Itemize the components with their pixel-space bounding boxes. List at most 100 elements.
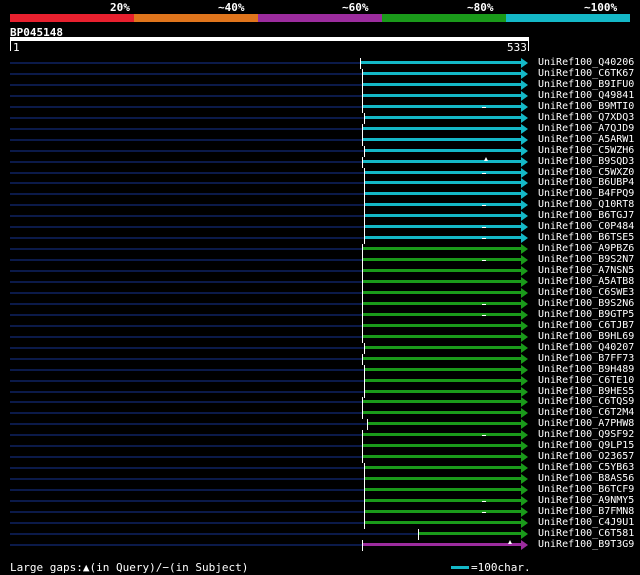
unaligned-track bbox=[10, 467, 364, 469]
alignment-bar bbox=[365, 203, 521, 206]
hit-id[interactable]: UniRef100_C6TJB7 bbox=[538, 320, 634, 331]
hit-id[interactable]: UniRef100_C6TK67 bbox=[538, 68, 634, 79]
legend-label: 20% bbox=[110, 1, 130, 14]
unaligned-track bbox=[10, 533, 418, 535]
hit-id[interactable]: UniRef100_B9SQD3 bbox=[538, 156, 634, 167]
unaligned-track bbox=[10, 522, 364, 524]
scale-bar bbox=[451, 566, 469, 569]
hit-id[interactable]: UniRef100_A7QJD9 bbox=[538, 123, 634, 134]
hit-id[interactable]: UniRef100_B7FF73 bbox=[538, 353, 634, 364]
subject-gap-icon bbox=[482, 315, 486, 316]
legend-segment bbox=[382, 14, 506, 22]
arrow-head-icon bbox=[521, 168, 528, 178]
arrow-head-icon bbox=[521, 102, 528, 112]
hit-id[interactable]: UniRef100_Q40206 bbox=[538, 57, 634, 68]
unaligned-track bbox=[10, 391, 364, 393]
hit-id[interactable]: UniRef100_C6T581 bbox=[538, 528, 634, 539]
alignment-bar bbox=[368, 422, 521, 425]
hit-id[interactable]: UniRef100_C6TQS9 bbox=[538, 396, 634, 407]
alignment-bar bbox=[363, 335, 521, 338]
arrow-head-icon bbox=[521, 189, 528, 199]
hit-row[interactable]: UniRef100_B9T3G9 bbox=[0, 539, 640, 551]
arrow-head-icon bbox=[521, 157, 528, 167]
alignment-bar bbox=[365, 116, 521, 119]
arrow-head-icon bbox=[521, 397, 528, 407]
hit-id[interactable]: UniRef100_B8AS56 bbox=[538, 473, 634, 484]
scale-label: =100char. bbox=[471, 561, 531, 574]
hit-id[interactable]: UniRef100_B9MTI0 bbox=[538, 101, 634, 112]
arrow-head-icon bbox=[521, 299, 528, 309]
hit-id[interactable]: UniRef100_B9GTP5 bbox=[538, 309, 634, 320]
alignment-bar bbox=[363, 455, 521, 458]
alignment-bar bbox=[363, 105, 521, 108]
hit-id[interactable]: UniRef100_C5WZH6 bbox=[538, 145, 634, 156]
arrow-head-icon bbox=[521, 211, 528, 221]
alignment-bar bbox=[361, 61, 521, 64]
hit-id[interactable]: UniRef100_A7PHW8 bbox=[538, 418, 634, 429]
alignment-bar bbox=[365, 214, 521, 217]
unaligned-track bbox=[10, 172, 364, 174]
alignment-bar bbox=[363, 357, 521, 360]
hit-id[interactable]: UniRef100_B9S2N7 bbox=[538, 254, 634, 265]
hit-id[interactable]: UniRef100_B6TCF9 bbox=[538, 484, 634, 495]
hit-id[interactable]: UniRef100_Q9SF92 bbox=[538, 429, 634, 440]
hit-id[interactable]: UniRef100_B9S2N6 bbox=[538, 298, 634, 309]
arrow-head-icon bbox=[521, 58, 528, 68]
alignment-bar bbox=[365, 477, 521, 480]
hit-id[interactable]: UniRef100_B6UBP4 bbox=[538, 177, 634, 188]
hit-id[interactable]: UniRef100_C6TE10 bbox=[538, 375, 634, 386]
subject-gap-icon bbox=[482, 107, 486, 108]
arrow-head-icon bbox=[521, 288, 528, 298]
unaligned-track bbox=[10, 500, 364, 502]
unaligned-track bbox=[10, 489, 364, 491]
hit-id[interactable]: UniRef100_B6TSE5 bbox=[538, 232, 634, 243]
hit-id[interactable]: UniRef100_C5YB63 bbox=[538, 462, 634, 473]
hit-id[interactable]: UniRef100_Q49841 bbox=[538, 90, 634, 101]
arrow-head-icon bbox=[521, 452, 528, 462]
hit-id[interactable]: UniRef100_C6T2M4 bbox=[538, 407, 634, 418]
alignment-bar bbox=[365, 181, 521, 184]
hit-id[interactable]: UniRef100_B7FMN8 bbox=[538, 506, 634, 517]
hit-id[interactable]: UniRef100_A9NMY5 bbox=[538, 495, 634, 506]
ruler-start-tick bbox=[10, 41, 11, 51]
hit-id[interactable]: UniRef100_Q10RT8 bbox=[538, 199, 634, 210]
hit-id[interactable]: UniRef100_B9T3G9 bbox=[538, 539, 634, 550]
hit-id[interactable]: UniRef100_B9IFU0 bbox=[538, 79, 634, 90]
hit-id[interactable]: UniRef100_A7NSN5 bbox=[538, 265, 634, 276]
unaligned-track bbox=[10, 204, 364, 206]
arrow-head-icon bbox=[521, 266, 528, 276]
hit-id[interactable]: UniRef100_C6SWE3 bbox=[538, 287, 634, 298]
hit-id[interactable]: UniRef100_B9H489 bbox=[538, 364, 634, 375]
subject-gap-icon bbox=[482, 260, 486, 261]
hit-id[interactable]: UniRef100_Q7XDQ3 bbox=[538, 112, 634, 123]
unaligned-track bbox=[10, 412, 362, 414]
gaps-legend: Large gaps:▲(in Query)/−(in Subject) bbox=[10, 561, 249, 574]
hit-id[interactable]: UniRef100_Q40207 bbox=[538, 342, 634, 353]
hit-id[interactable]: UniRef100_C0P484 bbox=[538, 221, 634, 232]
arrow-head-icon bbox=[521, 474, 528, 484]
hit-id[interactable]: UniRef100_Q9LP15 bbox=[538, 440, 634, 451]
unaligned-track bbox=[10, 281, 362, 283]
hit-list: UniRef100_Q40206 UniRef100_C6TK67 UniRef10… bbox=[0, 57, 640, 558]
alignment-bar bbox=[365, 488, 521, 491]
legend-segment bbox=[10, 14, 134, 22]
hit-id[interactable]: UniRef100_B6TGJ7 bbox=[538, 210, 634, 221]
unaligned-track bbox=[10, 380, 364, 382]
hit-id[interactable]: UniRef100_B9HL69 bbox=[538, 331, 634, 342]
arrow-head-icon bbox=[521, 124, 528, 134]
hit-id[interactable]: UniRef100_A5ATB8 bbox=[538, 276, 634, 287]
unaligned-track bbox=[10, 544, 362, 546]
hit-id[interactable]: UniRef100_A5ARW1 bbox=[538, 134, 634, 145]
unaligned-track bbox=[10, 84, 362, 86]
unaligned-track bbox=[10, 248, 362, 250]
hit-id[interactable]: UniRef100_C4J9U1 bbox=[538, 517, 634, 528]
unaligned-track bbox=[10, 95, 362, 97]
subject-gap-icon bbox=[482, 435, 486, 436]
hit-id[interactable]: UniRef100_O23657 bbox=[538, 451, 634, 462]
unaligned-track bbox=[10, 270, 362, 272]
alignment-bar bbox=[365, 510, 521, 513]
alignment-bar bbox=[363, 433, 521, 436]
hit-id[interactable]: UniRef100_A9PBZ6 bbox=[538, 243, 634, 254]
query-gap-icon bbox=[484, 157, 488, 161]
hit-id[interactable]: UniRef100_B4FPQ9 bbox=[538, 188, 634, 199]
